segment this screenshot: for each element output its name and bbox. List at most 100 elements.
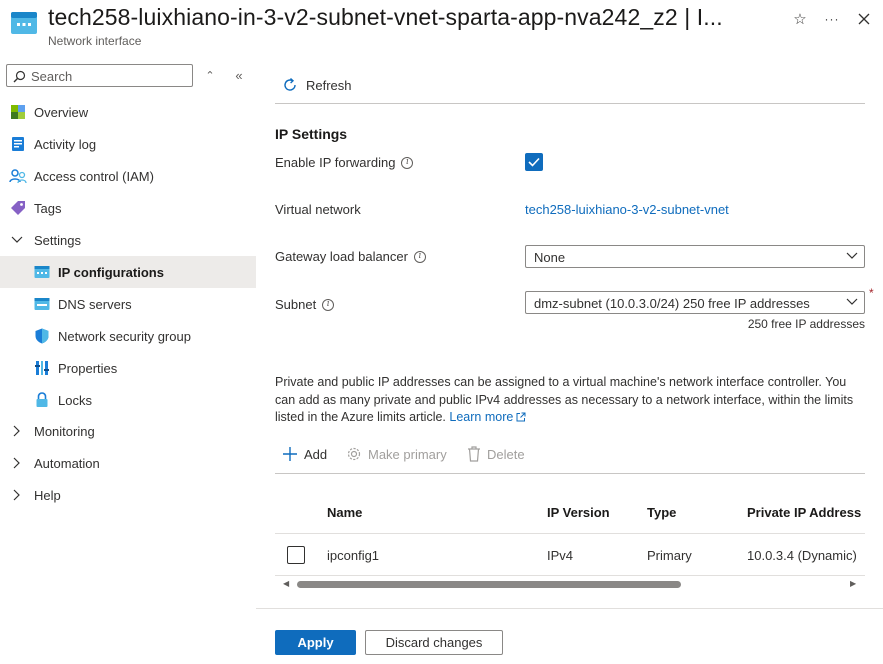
delete-label: Delete (487, 446, 525, 462)
table-row[interactable]: ipconfig1 IPv4 Primary 10.0.3.4 (Dynamic… (275, 534, 865, 576)
refresh-button[interactable]: Refresh (281, 76, 352, 94)
info-icon[interactable]: i (401, 156, 414, 169)
sidebar-item-label: Properties (58, 360, 118, 376)
table-header: Name IP Version Type Private IP Address (275, 498, 865, 534)
description-text: Private and public IP addresses can be a… (275, 375, 854, 424)
close-icon[interactable] (853, 8, 875, 30)
properties-icon (33, 359, 51, 377)
sort-icon[interactable]: ⌃ (203, 68, 217, 82)
sidebar-item-locks[interactable]: Locks (0, 384, 256, 416)
footer-divider (256, 608, 883, 609)
subnet-hint: 250 free IP addresses (747, 317, 865, 331)
ipconfig-name-link[interactable]: ipconfig1 (327, 548, 379, 563)
gateway-load-balancer-label: Gateway load balancer i (275, 249, 426, 264)
column-header-ip-version[interactable]: IP Version (547, 505, 610, 520)
command-bar: Refresh (275, 70, 865, 104)
sidebar-item-label: Tags (34, 200, 62, 216)
sidebar-item-overview[interactable]: Overview (0, 96, 256, 128)
ip-description: Private and public IP addresses can be a… (275, 374, 867, 427)
private-ip-cell: 10.0.3.4 (Dynamic) (747, 548, 857, 563)
info-icon[interactable]: i (322, 298, 335, 311)
page-title: tech258-luixhiano-in-3-v2-subnet-vnet-sp… (48, 4, 723, 30)
enable-ip-forwarding-checkbox[interactable] (525, 153, 543, 171)
required-indicator: * (869, 286, 874, 300)
make-primary-button[interactable]: Make primary (346, 446, 447, 462)
sidebar-item-label: Monitoring (34, 423, 95, 439)
external-link-icon (516, 412, 526, 422)
checkmark-icon (528, 157, 540, 167)
sidebar-item-tags[interactable]: Tags (0, 192, 256, 224)
horizontal-scrollbar[interactable]: ◀ ▶ (275, 578, 865, 590)
activity-log-icon (9, 135, 27, 153)
more-icon[interactable]: ··· (821, 8, 843, 30)
sidebar-item-label: Help (34, 487, 61, 503)
dropdown-value: None (534, 250, 566, 265)
lock-icon (33, 391, 51, 409)
gateway-load-balancer-dropdown[interactable]: None (525, 245, 865, 268)
virtual-network-label: Virtual network (275, 202, 361, 217)
chevron-right-icon (8, 486, 26, 504)
chevron-right-icon (8, 454, 26, 472)
sidebar-item-properties[interactable]: Properties (0, 352, 256, 384)
collapse-icon[interactable]: « (232, 68, 246, 83)
learn-more-link[interactable]: Learn more (449, 410, 526, 424)
row-checkbox[interactable] (287, 546, 305, 564)
tag-icon (9, 199, 27, 217)
refresh-label: Refresh (306, 77, 352, 93)
field-label-text: Enable IP forwarding (275, 155, 396, 170)
iam-icon (9, 167, 27, 185)
sidebar-item-dns-servers[interactable]: DNS servers (0, 288, 256, 320)
sidebar-item-label: Overview (34, 104, 89, 120)
ip-settings-title: IP Settings (275, 126, 348, 142)
scrollbar-thumb[interactable] (297, 581, 681, 588)
sidebar-item-automation[interactable]: Automation (0, 447, 256, 479)
add-button[interactable]: Add (282, 446, 327, 462)
shield-icon (33, 327, 51, 345)
sidebar-item-label: Settings (34, 232, 81, 248)
network-interface-icon (10, 10, 38, 36)
sidebar-item-monitoring[interactable]: Monitoring (0, 415, 256, 447)
sidebar-item-label: DNS servers (58, 296, 132, 312)
sidebar-item-label: Automation (34, 455, 100, 471)
sidebar-item-settings[interactable]: Settings (0, 224, 256, 256)
sidebar: Search ⌃ « Overview Activity log Access … (0, 58, 256, 664)
sidebar-item-access-control[interactable]: Access control (IAM) (0, 160, 256, 192)
search-input[interactable]: Search (6, 64, 193, 87)
chevron-right-icon (8, 422, 26, 440)
virtual-network-link[interactable]: tech258-luixhiano-3-v2-subnet-vnet (525, 202, 729, 217)
trash-icon (468, 446, 480, 462)
apply-button[interactable]: Apply (275, 630, 356, 655)
page-subtitle: Network interface (48, 34, 142, 48)
chevron-down-icon (846, 252, 858, 259)
ip-config-icon (33, 263, 51, 281)
scroll-left-icon[interactable]: ◀ (283, 579, 289, 588)
scroll-right-icon[interactable]: ▶ (850, 579, 856, 588)
sidebar-item-ip-configurations[interactable]: IP configurations (0, 256, 256, 288)
sidebar-item-label: IP configurations (58, 264, 164, 280)
sidebar-item-network-security-group[interactable]: Network security group (0, 320, 256, 352)
column-header-type[interactable]: Type (647, 505, 676, 520)
field-label-text: Gateway load balancer (275, 249, 408, 264)
main-content: Refresh IP Settings Enable IP forwarding… (256, 58, 883, 664)
column-header-name[interactable]: Name (327, 505, 362, 520)
column-header-private-ip[interactable]: Private IP Address (747, 505, 861, 520)
chevron-down-icon (846, 298, 858, 305)
gear-icon (347, 447, 361, 461)
ip-version-cell: IPv4 (547, 548, 574, 563)
discard-changes-button[interactable]: Discard changes (365, 630, 503, 655)
add-icon (283, 447, 297, 461)
star-icon[interactable]: ☆ (789, 8, 811, 30)
subnet-label: Subnet i (275, 297, 335, 312)
sidebar-item-label: Access control (IAM) (34, 168, 154, 184)
sidebar-item-label: Network security group (58, 328, 191, 344)
subnet-dropdown[interactable]: dmz-subnet (10.0.3.0/24) 250 free IP add… (525, 291, 865, 314)
sidebar-item-label: Activity log (34, 136, 97, 152)
delete-button[interactable]: Delete (467, 446, 525, 462)
info-icon[interactable]: i (413, 250, 426, 263)
type-cell: Primary (647, 548, 692, 563)
enable-ip-forwarding-label: Enable IP forwarding i (275, 155, 414, 170)
sidebar-item-help[interactable]: Help (0, 479, 256, 511)
add-label: Add (304, 446, 328, 462)
sidebar-item-activity-log[interactable]: Activity log (0, 128, 256, 160)
chevron-down-icon (8, 231, 26, 249)
